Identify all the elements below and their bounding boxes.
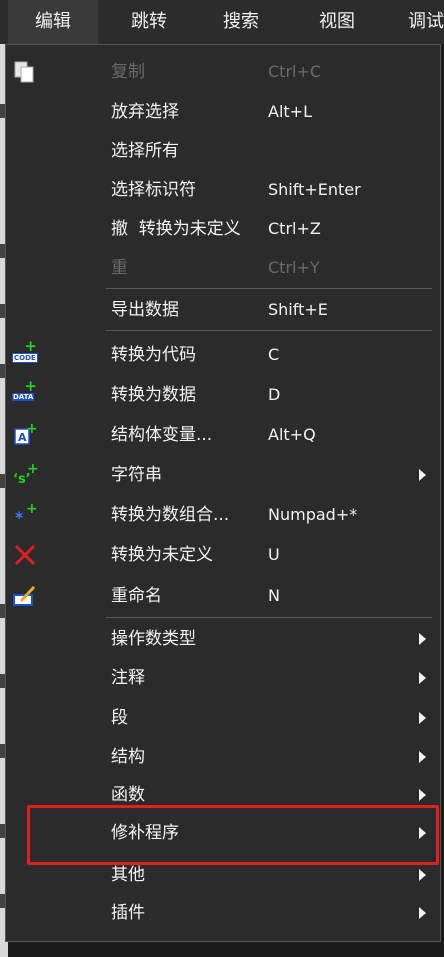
menu-edit[interactable]: 编辑 <box>8 0 98 44</box>
menu-item-shortcut: D <box>268 385 281 404</box>
menu-item-label: 字符串 <box>111 465 162 485</box>
menu-separator <box>106 330 432 331</box>
menu-item-label: 转换为代码 <box>111 345 196 365</box>
menu-item-label: 操作数类型 <box>111 629 196 649</box>
menu-item-shortcut: N <box>268 586 280 605</box>
menu-item-label: 转换为数组合... <box>111 505 230 525</box>
code-icon: CODE + <box>12 339 38 367</box>
menu-separator <box>106 617 432 618</box>
menu-item-label: 转换为未定义 <box>111 545 213 565</box>
menu-item-select-all[interactable]: 选择所有 <box>6 131 440 171</box>
menu-item-label: 选择标识符 <box>111 180 196 200</box>
array-icon: * + <box>12 501 38 527</box>
copy-icon <box>12 60 38 84</box>
menu-item-select-identifier[interactable]: 选择标识符 Shift+Enter <box>6 170 440 210</box>
menu-search[interactable]: 搜索 <box>196 0 286 44</box>
menu-item-redo[interactable]: 重 Ctrl+Y <box>6 248 440 288</box>
menu-item-discard-selection[interactable]: 放弃选择 Alt+L <box>6 92 440 132</box>
menu-item-operand-type[interactable]: 操作数类型 <box>6 619 440 659</box>
menu-item-label: 结构 <box>111 747 145 767</box>
menu-item-shortcut: U <box>268 545 280 564</box>
menu-separator <box>106 288 432 289</box>
menu-item-label: 放弃选择 <box>111 102 179 122</box>
submenu-arrow-icon <box>419 869 426 881</box>
submenu-arrow-icon <box>419 469 426 481</box>
menu-item-string[interactable]: ‘s’ + 字符串 <box>6 455 440 495</box>
plus-icon: + <box>24 337 37 355</box>
menu-item-label: 重 <box>111 258 128 278</box>
submenu-arrow-icon <box>419 672 426 684</box>
menu-item-label: 选择所有 <box>111 141 179 161</box>
menu-item-shortcut: Ctrl+Z <box>268 219 321 238</box>
menu-item-structs[interactable]: 结构 <box>6 737 440 777</box>
svg-text:*: * <box>15 508 24 527</box>
menu-item-convert-to-undefined[interactable]: 转换为未定义 U <box>6 535 440 575</box>
svg-text:+: + <box>26 503 38 517</box>
menu-item-convert-to-array[interactable]: * + 转换为数组合... Numpad+* <box>6 495 440 535</box>
menu-item-shortcut: Ctrl+Y <box>268 258 320 277</box>
menu-item-export-data[interactable]: 导出数据 Shift+E <box>6 290 440 330</box>
menu-item-label: 撤 转换为未定义 <box>111 219 241 239</box>
plus-icon: + <box>24 377 37 395</box>
menu-item-shortcut: Shift+E <box>268 300 328 319</box>
menu-item-shortcut: C <box>268 345 280 364</box>
menu-item-segments[interactable]: 段 <box>6 698 440 738</box>
menu-item-label: 结构体变量... <box>111 425 213 445</box>
menu-view[interactable]: 视图 <box>292 0 382 44</box>
submenu-arrow-icon <box>419 907 426 919</box>
menu-item-shortcut: Alt+L <box>268 102 312 121</box>
data-icon: DATA + <box>12 379 38 407</box>
menu-item-undo[interactable]: 撤 转换为未定义 Ctrl+Z <box>6 209 440 249</box>
undefine-icon <box>12 543 38 567</box>
menu-item-convert-to-data[interactable]: DATA + 转换为数据 D <box>6 375 440 415</box>
menu-item-shortcut: Alt+Q <box>268 425 316 444</box>
submenu-arrow-icon <box>419 633 426 645</box>
menu-item-label: 段 <box>111 708 128 728</box>
submenu-arrow-icon <box>419 712 426 724</box>
string-icon: ‘s’ + <box>12 461 39 487</box>
menu-debug[interactable]: 调试 <box>408 0 444 44</box>
menu-item-label: 导出数据 <box>111 300 179 320</box>
menu-item-label: 转换为数据 <box>111 385 196 405</box>
highlight-annotation-box <box>27 805 439 865</box>
rename-icon <box>12 584 38 608</box>
menu-item-shortcut: Numpad+* <box>268 505 358 524</box>
submenu-arrow-icon <box>419 751 426 763</box>
menu-item-struct-variable[interactable]: A + 结构体变量... Alt+Q <box>6 415 440 455</box>
menu-item-label: 注释 <box>111 668 145 688</box>
menu-item-label: 复制 <box>111 62 145 82</box>
menu-item-shortcut: Shift+Enter <box>268 180 361 199</box>
menu-item-copy[interactable]: 复制 Ctrl+C <box>6 52 440 92</box>
svg-text:+: + <box>26 423 38 437</box>
menu-jump[interactable]: 跳转 <box>104 0 194 44</box>
menu-item-label: 插件 <box>111 903 145 923</box>
svg-text:+: + <box>27 463 38 477</box>
menu-item-comments[interactable]: 注释 <box>6 658 440 698</box>
menu-item-plugins[interactable]: 插件 <box>6 893 440 933</box>
submenu-arrow-icon <box>419 789 426 801</box>
menu-item-convert-to-code[interactable]: CODE + 转换为代码 C <box>6 335 440 375</box>
menu-item-label: 重命名 <box>111 586 162 606</box>
menu-item-rename[interactable]: 重命名 N <box>6 576 440 616</box>
struct-var-icon: A + <box>12 421 38 447</box>
menu-bar: 编辑 跳转 搜索 视图 调试 <box>0 0 444 45</box>
menu-item-shortcut: Ctrl+C <box>268 62 322 81</box>
